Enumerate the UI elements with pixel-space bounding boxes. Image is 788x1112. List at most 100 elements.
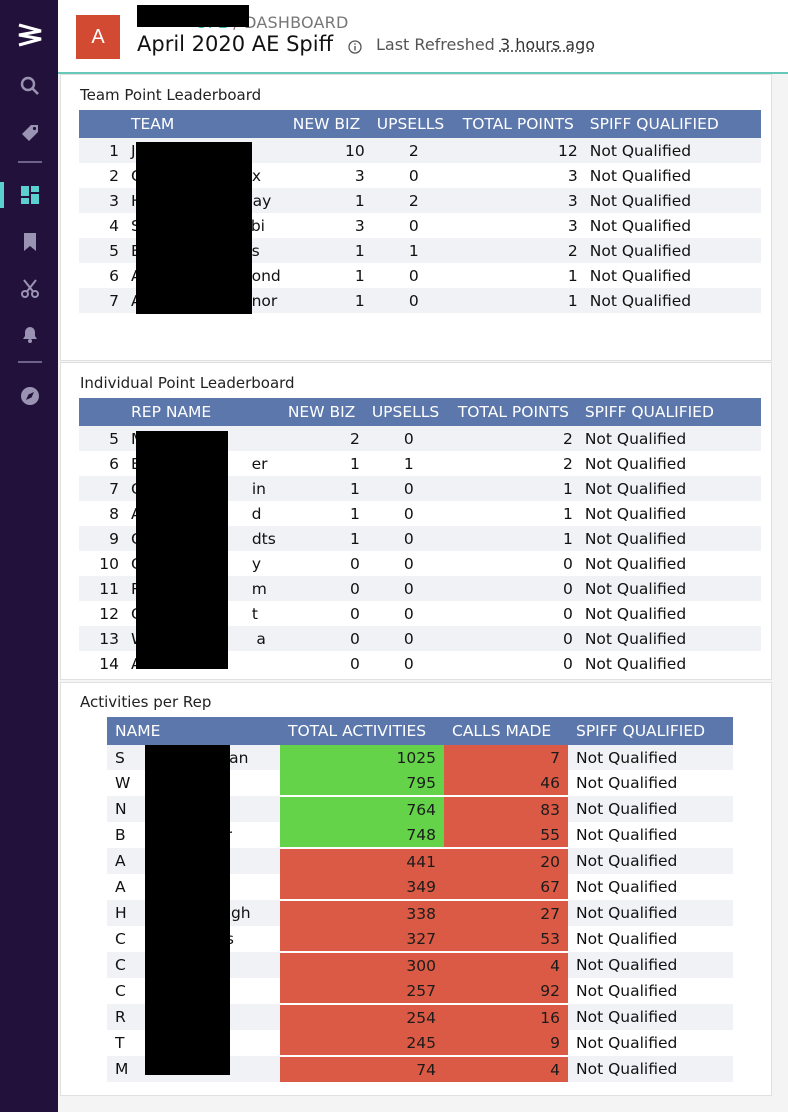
column-header-team[interactable]: TEAM xyxy=(125,110,287,138)
column-header-spiff-qualified[interactable]: SPIFF QUALIFIED xyxy=(583,110,761,138)
total-activities-cell: 764 xyxy=(280,795,444,822)
rank-cell: 8 xyxy=(109,504,119,523)
rank-header xyxy=(79,398,125,426)
total-points-cell: 1 xyxy=(451,476,579,501)
spiff-qualified-cell: Not Qualified xyxy=(576,826,678,844)
table-header-row: REP NAME NEW BIZ UPSELLS TOTAL POINTS SP… xyxy=(79,398,761,426)
total-activities-cell: 327 xyxy=(280,926,444,952)
column-header-spiff-qualified[interactable]: SPIFF QUALIFIED xyxy=(568,717,733,745)
upsells-cell: 1 xyxy=(403,454,414,473)
calls-made-cell: 16 xyxy=(444,1003,568,1030)
rank-cell: 7 xyxy=(79,288,125,313)
refresh-time[interactable]: 3 hours ago xyxy=(500,35,595,54)
rank-cell: 6 xyxy=(109,266,119,285)
breadcrumb-current: DASHBOARD xyxy=(244,13,349,32)
spiff-qualified-cell: Not Qualified xyxy=(583,238,761,263)
column-header-total-points[interactable]: TOTAL POINTS xyxy=(451,398,579,426)
spiff-qualified-cell: Not Qualified xyxy=(578,576,761,601)
table-header-row: TEAM NEW BIZ UPSELLS TOTAL POINTS SPIFF … xyxy=(79,110,761,138)
calls-made-cell: 46 xyxy=(444,770,568,796)
new-biz-cell: 1 xyxy=(349,454,360,473)
new-biz-cell: 0 xyxy=(349,654,360,673)
total-activities-cell: 795 xyxy=(280,770,444,796)
name-tail: a xyxy=(256,629,266,648)
avatar[interactable]: A xyxy=(76,15,120,59)
compass-icon[interactable] xyxy=(17,383,43,409)
name-tail: ond xyxy=(251,266,281,285)
calls-made-cell: 4 xyxy=(444,1055,568,1082)
name-initial: C xyxy=(115,930,126,948)
name-initial: T xyxy=(115,1034,125,1052)
redaction-box xyxy=(137,5,249,27)
column-header-calls-made[interactable]: CALLS MADE xyxy=(444,717,568,745)
name-initial: M xyxy=(115,1060,129,1078)
total-activities-cell: 245 xyxy=(280,1030,444,1056)
panel-title: Individual Point Leaderboard xyxy=(80,374,295,392)
total-points-cell: 1 xyxy=(567,266,578,285)
spiff-qualified-cell: Not Qualified xyxy=(578,526,761,551)
name-tail: y xyxy=(251,554,262,573)
search-icon[interactable] xyxy=(17,73,43,99)
total-activities-cell: 74 xyxy=(280,1055,444,1082)
sidebar-divider xyxy=(18,361,42,363)
new-biz-cell: 1 xyxy=(281,476,366,501)
name-initial: R xyxy=(115,1008,126,1026)
upsells-cell: 1 xyxy=(370,238,457,263)
column-header-total-activities[interactable]: TOTAL ACTIVITIES xyxy=(280,717,444,745)
total-points-cell: 12 xyxy=(456,138,584,163)
bookmark-icon[interactable] xyxy=(17,229,43,255)
spiff-qualified-cell: Not Qualified xyxy=(584,504,687,523)
rank-cell: 10 xyxy=(99,554,119,573)
total-activities-cell: 441 xyxy=(280,847,444,874)
total-activities-cell: 349 xyxy=(280,874,444,900)
upsells-cell: 0 xyxy=(408,216,419,235)
spiff-qualified-cell: Not Qualified xyxy=(568,848,733,874)
upsells-cell: 0 xyxy=(408,266,419,285)
column-header-new-biz[interactable]: NEW BIZ xyxy=(286,110,371,138)
total-activities-cell: 300 xyxy=(280,951,444,978)
column-header-upsells[interactable]: UPSELLS xyxy=(365,398,452,426)
column-header-rep-name[interactable]: REP NAME xyxy=(125,398,282,426)
calls-made-cell: 27 xyxy=(444,899,568,926)
dashboard-icon[interactable] xyxy=(17,182,43,208)
sidebar-divider xyxy=(18,161,42,163)
new-biz-cell: 1 xyxy=(281,526,366,551)
logo-icon[interactable] xyxy=(17,22,43,48)
bell-icon[interactable] xyxy=(17,321,43,347)
upsells-cell: 0 xyxy=(403,554,414,573)
column-header-total-points[interactable]: TOTAL POINTS xyxy=(456,110,584,138)
spiff-qualified-cell: Not Qualified xyxy=(568,952,733,978)
upsells-cell: 0 xyxy=(408,166,419,185)
total-activities-cell: 338 xyxy=(280,899,444,926)
total-activities-cell: 257 xyxy=(280,978,444,1004)
spiff-qualified-cell: Not Qualified xyxy=(584,554,687,573)
calls-made-cell: 92 xyxy=(444,978,568,1004)
spiff-qualified-cell: Not Qualified xyxy=(568,796,733,822)
redaction-box xyxy=(136,142,252,314)
spiff-qualified-cell: Not Qualified xyxy=(589,216,692,235)
total-activities-cell: 1025 xyxy=(280,745,444,770)
name-tail: s xyxy=(251,241,260,260)
upsells-cell: 0 xyxy=(365,576,452,601)
new-biz-cell: 3 xyxy=(354,216,365,235)
column-header-spiff-qualified[interactable]: SPIFF QUALIFIED xyxy=(578,398,761,426)
total-points-cell: 1 xyxy=(456,288,584,313)
new-biz-cell: 3 xyxy=(354,166,365,185)
scissors-icon[interactable] xyxy=(17,276,43,302)
calls-made-cell: 20 xyxy=(444,847,568,874)
info-icon[interactable] xyxy=(348,39,362,58)
column-header-new-biz[interactable]: NEW BIZ xyxy=(281,398,366,426)
name-tail: igh xyxy=(226,904,251,922)
name-tail: er xyxy=(251,454,268,473)
rank-cell: 3 xyxy=(79,188,125,213)
last-refreshed: Last Refreshed 3 hours ago xyxy=(376,35,595,54)
calls-made-cell: 4 xyxy=(444,951,568,978)
name-tail: in xyxy=(251,479,266,498)
column-header-upsells[interactable]: UPSELLS xyxy=(370,110,457,138)
upsells-cell: 2 xyxy=(370,188,457,213)
total-activities-cell: 254 xyxy=(280,1003,444,1030)
total-points-cell: 3 xyxy=(567,166,578,185)
rank-cell: 5 xyxy=(79,426,125,451)
tag-icon[interactable] xyxy=(17,120,43,146)
column-header-name[interactable]: NAME xyxy=(107,717,280,745)
